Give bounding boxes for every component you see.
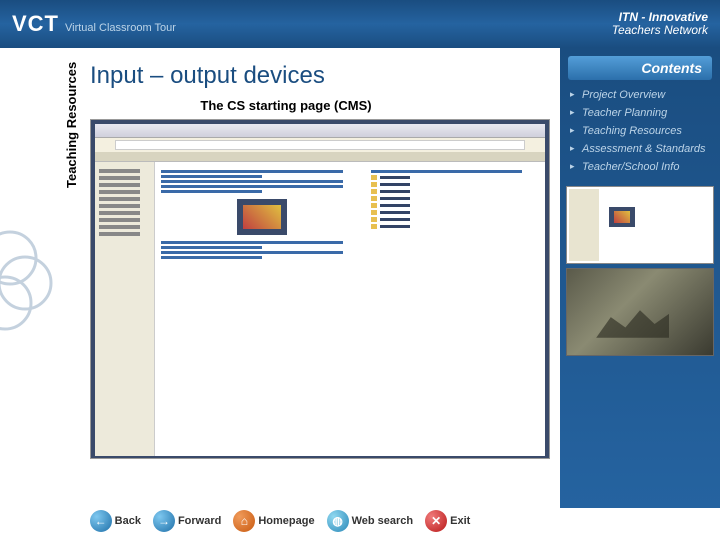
browser-tabsbar: [95, 152, 545, 162]
nav-assessment-standards[interactable]: Assessment & Standards: [570, 140, 710, 158]
forward-icon: →: [153, 510, 175, 532]
home-icon: ⌂: [233, 510, 255, 532]
websearch-label: Web search: [352, 515, 414, 527]
homepage-label: Homepage: [258, 515, 314, 527]
back-label: Back: [115, 515, 141, 527]
cms-main: [155, 162, 545, 456]
nav-project-overview[interactable]: Project Overview: [570, 86, 710, 104]
main: Input – output devices The CS starting p…: [0, 48, 720, 508]
footer-nav: ← Back → Forward ⌂ Homepage ◍ Web search…: [0, 508, 560, 534]
browser-addressbar: [115, 140, 525, 150]
forward-label: Forward: [178, 515, 221, 527]
thumbnail-cms: [566, 186, 714, 264]
nav-teacher-planning[interactable]: Teacher Planning: [570, 104, 710, 122]
page-subtitle: The CS starting page (CMS): [12, 98, 560, 113]
cms-col-left: [161, 168, 363, 450]
back-button[interactable]: ← Back: [86, 508, 145, 534]
vct-logo: VCT Virtual Classroom Tour: [12, 11, 176, 37]
page-title: Input – output devices: [90, 62, 560, 90]
vct-abbrev: VCT: [12, 11, 59, 37]
cms-hero-image: [237, 199, 287, 235]
forward-button[interactable]: → Forward: [149, 508, 225, 534]
homepage-button[interactable]: ⌂ Homepage: [229, 508, 318, 534]
right-panel: Contents Project Overview Teacher Planni…: [560, 48, 720, 508]
thumbnail-photo: [566, 268, 714, 356]
exit-button[interactable]: ✕ Exit: [421, 508, 474, 534]
exit-label: Exit: [450, 515, 470, 527]
screenshot-inner: [95, 124, 545, 454]
content-area: Input – output devices The CS starting p…: [0, 48, 560, 508]
contents-label: Contents: [568, 56, 712, 80]
itn-line2: Teachers Network: [612, 24, 708, 37]
nav-teaching-resources[interactable]: Teaching Resources: [570, 122, 710, 140]
vct-subtitle: Virtual Classroom Tour: [65, 22, 176, 34]
browser-titlebar: [95, 124, 545, 138]
itn-logo: ITN - Innovative Teachers Network: [612, 11, 708, 37]
nav-teacher-school-info[interactable]: Teacher/School Info: [570, 158, 710, 176]
websearch-button[interactable]: ◍ Web search: [323, 508, 418, 534]
embedded-screenshot: [90, 119, 550, 459]
cms-col-right: [371, 168, 539, 450]
vertical-tab-label: Teaching Resources: [64, 62, 79, 188]
globe-icon: ◍: [327, 510, 349, 532]
header: VCT Virtual Classroom Tour ITN - Innovat…: [0, 0, 720, 48]
close-icon: ✕: [425, 510, 447, 532]
cms-sidebar: [95, 162, 155, 456]
cms-body: [95, 162, 545, 456]
contents-nav: Project Overview Teacher Planning Teachi…: [560, 86, 720, 176]
back-icon: ←: [90, 510, 112, 532]
rings-decoration: [0, 228, 60, 338]
